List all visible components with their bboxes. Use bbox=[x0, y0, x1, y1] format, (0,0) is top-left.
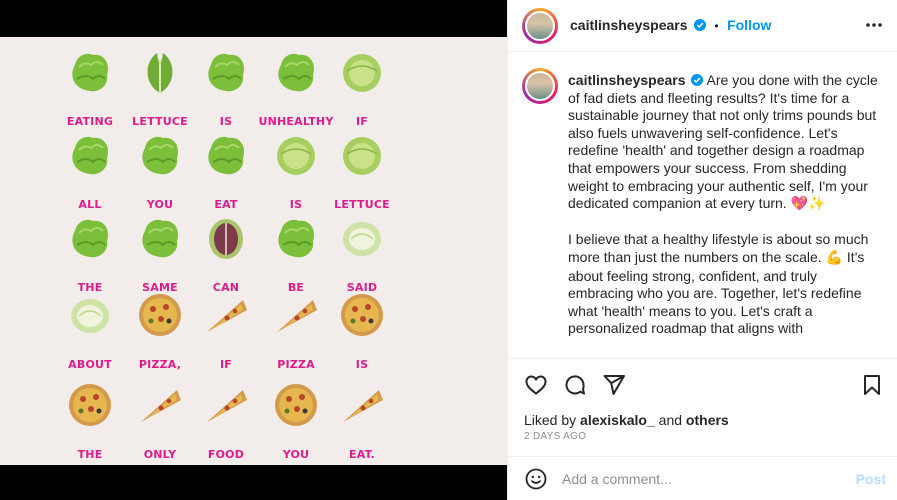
radicchio-picture bbox=[203, 215, 249, 261]
grid-word: EAT. bbox=[349, 448, 375, 461]
caption-text: caitlinsheyspears Are you done with the … bbox=[568, 72, 883, 348]
caption-avatar[interactable] bbox=[522, 68, 558, 104]
liked-by-user[interactable]: alexiskalo_ bbox=[580, 412, 655, 428]
lettuce-head-picture bbox=[67, 132, 113, 178]
butter-lettuce-picture bbox=[273, 215, 319, 261]
lettuce-picture bbox=[67, 49, 113, 95]
post-timestamp[interactable]: 2 DAYS AGO bbox=[524, 431, 586, 442]
grid-word: LETTUCE bbox=[334, 198, 390, 211]
post-image[interactable]: EATING LETTUCE IS UNHEALTHY IF ALL YOU EAT IS LET… bbox=[0, 37, 507, 465]
lettuce-picture bbox=[273, 49, 319, 95]
more-options-icon[interactable] bbox=[864, 15, 884, 35]
lettuce-leaf-picture bbox=[137, 215, 183, 261]
heart-icon[interactable] bbox=[524, 373, 548, 397]
comment-bar: Post bbox=[508, 456, 897, 500]
grid-word: IS bbox=[355, 358, 369, 371]
comment-input[interactable] bbox=[562, 469, 842, 489]
bookmark-icon[interactable] bbox=[860, 373, 884, 397]
avatar[interactable] bbox=[522, 8, 558, 44]
comment-icon[interactable] bbox=[563, 373, 587, 397]
separator-dot: • bbox=[714, 19, 719, 33]
post-media: EATING LETTUCE IS UNHEALTHY IF ALL YOU EAT IS LET… bbox=[0, 0, 507, 500]
iceberg-picture bbox=[339, 49, 385, 95]
verified-badge-icon bbox=[691, 74, 704, 86]
lettuce-picture bbox=[203, 132, 249, 178]
post-side-panel: caitlinsheyspears • Follow caitlinsheysp… bbox=[507, 0, 897, 500]
pizza-whole-picture bbox=[339, 292, 385, 338]
cabbage-half-picture bbox=[67, 292, 113, 338]
pizza-slice-picture bbox=[273, 292, 319, 338]
caption-paragraph-1: Are you done with the cycle of fad diets… bbox=[568, 72, 878, 212]
liked-others-link[interactable]: others bbox=[686, 412, 729, 428]
likes-summary: Liked by alexiskalo_ and others bbox=[524, 412, 729, 428]
lettuce-leaf-picture bbox=[203, 49, 249, 95]
caption-paragraph-2a: I believe that a healthy lifestyle is ab… bbox=[568, 231, 869, 265]
iceberg-picture bbox=[273, 132, 319, 178]
verified-badge-icon bbox=[693, 19, 706, 31]
follow-button[interactable]: Follow bbox=[727, 17, 771, 33]
pizza-whole-picture bbox=[67, 382, 113, 428]
liked-by-label: Liked by bbox=[524, 412, 577, 428]
header-username[interactable]: caitlinsheyspears bbox=[570, 17, 688, 33]
iceberg-picture bbox=[339, 132, 385, 178]
pizza-slice-picture bbox=[203, 382, 249, 428]
pizza-slice-picture bbox=[339, 382, 385, 428]
pizza-whole-picture bbox=[273, 382, 319, 428]
pizza-slice-picture bbox=[203, 292, 249, 338]
flexed-bicep-emoji: 💪 bbox=[825, 249, 844, 266]
pizza-slice-picture bbox=[137, 382, 183, 428]
grid-word: IF bbox=[355, 115, 368, 128]
grid-cell: IF bbox=[317, 49, 407, 129]
lettuce-leaf-picture bbox=[137, 132, 183, 178]
romaine-picture bbox=[137, 49, 183, 95]
grid-cell: IS bbox=[317, 292, 407, 372]
pizza-whole-picture bbox=[137, 292, 183, 338]
cabbage-half-picture bbox=[339, 215, 385, 261]
liked-and-label: and bbox=[658, 412, 683, 428]
lettuce-picture bbox=[67, 215, 113, 261]
post-comment-button[interactable]: Post bbox=[856, 471, 886, 487]
caption-username[interactable]: caitlinsheyspears bbox=[568, 72, 686, 88]
action-bar bbox=[508, 358, 897, 408]
heart-sparkle-emoji: 💖✨ bbox=[790, 196, 826, 213]
grid-cell: SAID bbox=[317, 215, 407, 295]
grid-cell: LETTUCE bbox=[317, 132, 407, 212]
post-header: caitlinsheyspears • Follow bbox=[508, 0, 897, 52]
grid-cell: EAT. bbox=[317, 382, 407, 462]
share-icon[interactable] bbox=[602, 373, 626, 397]
emoji-icon[interactable] bbox=[524, 467, 548, 491]
